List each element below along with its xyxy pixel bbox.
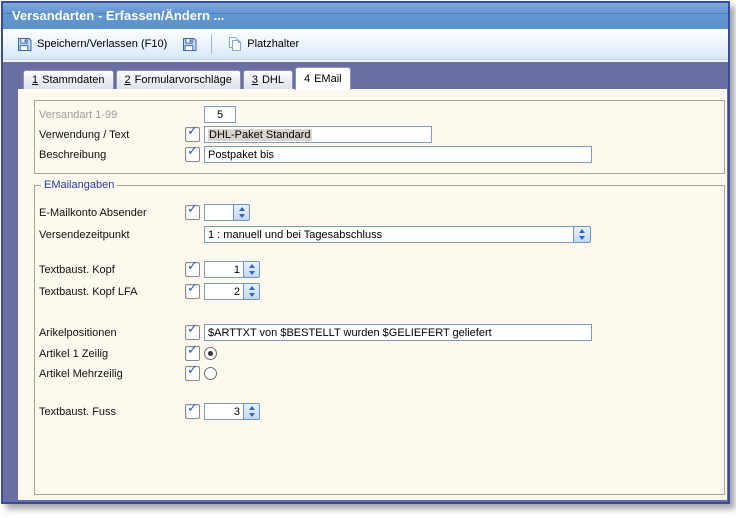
floppy-disk-icon xyxy=(181,36,197,52)
textbaust-fuss-input[interactable] xyxy=(204,403,244,420)
emailkonto-row: E-Mailkonto Absender ✓ xyxy=(39,204,250,221)
emailkonto-input[interactable] xyxy=(204,204,234,221)
versendezeitpunkt-dropdown-button[interactable] xyxy=(573,226,591,243)
versandart-input[interactable] xyxy=(204,106,236,123)
save-exit-button[interactable]: Speichern/Verlassen (F10) xyxy=(9,32,174,56)
title-bar: Versandarten - Erfassen/Ändern ... xyxy=(3,3,728,29)
artikel-1zeilig-checkbox[interactable]: ✓ xyxy=(185,346,200,361)
verwendung-input[interactable]: DHL-Paket Standard xyxy=(204,126,432,143)
artikel-mehrzeilig-checkbox[interactable]: ✓ xyxy=(185,366,200,381)
arikelpositionen-input[interactable] xyxy=(204,324,592,341)
artikel-1zeilig-label: Artikel 1 Zeilig xyxy=(39,348,185,360)
beschreibung-input[interactable] xyxy=(204,146,592,163)
check-icon: ✓ xyxy=(187,362,198,378)
verwendung-value: DHL-Paket Standard xyxy=(208,129,312,141)
textbaust-kopf-lfa-input[interactable] xyxy=(204,283,244,300)
textbaust-kopf-label: Textbaust. Kopf xyxy=(39,264,185,276)
artikel-1zeilig-row: Artikel 1 Zeilig ✓ xyxy=(39,345,217,362)
textbaust-kopf-checkbox[interactable]: ✓ xyxy=(185,262,200,277)
tab-accelerator: 2 xyxy=(125,74,131,86)
verwendung-row: Verwendung / Text ✓ DHL-Paket Standard xyxy=(39,126,432,143)
textbaust-kopf-lfa-checkbox[interactable]: ✓ xyxy=(185,284,200,299)
verwendung-checkbox[interactable]: ✓ xyxy=(185,127,200,142)
form-area: 1 Stammdaten 2 Formularvorschläge 3 DHL … xyxy=(3,62,728,502)
textbaust-kopf-lfa-row: Textbaust. Kopf LFA ✓ xyxy=(39,283,260,300)
textbaust-kopf-lfa-spinner[interactable] xyxy=(243,283,260,300)
tab-accelerator: 1 xyxy=(32,74,38,86)
tab-accelerator: 3 xyxy=(252,74,258,86)
tab-label: DHL xyxy=(262,74,284,86)
tab-accelerator: 4 xyxy=(304,73,310,85)
floppy-disk-icon xyxy=(16,36,32,52)
tab-label: Stammdaten xyxy=(42,74,104,86)
window-title: Versandarten - Erfassen/Ändern ... xyxy=(12,8,224,23)
versendezeitpunkt-select[interactable]: 1 : manuell und bei Tagesabschluss xyxy=(204,226,574,243)
check-icon: ✓ xyxy=(187,280,198,296)
textbaust-fuss-row: Textbaust. Fuss ✓ xyxy=(39,403,260,420)
artikel-mehrzeilig-radio[interactable] xyxy=(204,367,217,380)
versendezeitpunkt-row: Versendezeitpunkt 1 : manuell und bei Ta… xyxy=(39,226,591,243)
tab-stammdaten[interactable]: 1 Stammdaten xyxy=(23,70,114,89)
app-window: Versandarten - Erfassen/Ändern ... Speic… xyxy=(1,1,730,504)
check-icon: ✓ xyxy=(187,258,198,274)
toolbar-separator xyxy=(211,34,212,54)
tab-email[interactable]: 4 EMail xyxy=(295,67,351,90)
textbaust-kopf-row: Textbaust. Kopf ✓ xyxy=(39,261,260,278)
arikelpositionen-checkbox[interactable]: ✓ xyxy=(185,325,200,340)
save-button[interactable] xyxy=(174,32,204,56)
save-exit-label: Speichern/Verlassen (F10) xyxy=(37,38,167,50)
check-icon: ✓ xyxy=(187,201,198,217)
check-icon: ✓ xyxy=(187,342,198,358)
artikel-1zeilig-radio[interactable] xyxy=(204,347,217,360)
tab-dhl[interactable]: 3 DHL xyxy=(243,70,293,89)
textbaust-kopf-input[interactable] xyxy=(204,261,244,278)
tab-strip: 1 Stammdaten 2 Formularvorschläge 3 DHL … xyxy=(23,67,351,89)
placeholder-label: Platzhalter xyxy=(247,38,299,50)
beschreibung-checkbox[interactable]: ✓ xyxy=(185,147,200,162)
versendezeitpunkt-label: Versendezeitpunkt xyxy=(39,229,185,241)
check-icon: ✓ xyxy=(187,123,198,139)
versendezeitpunkt-value: 1 : manuell und bei Tagesabschluss xyxy=(208,229,382,241)
copy-pages-icon xyxy=(226,36,242,52)
tab-page-email: EMailangaben Versandart 1-99 Verwendung … xyxy=(18,89,727,500)
emailkonto-spinner[interactable] xyxy=(233,204,250,221)
textbaust-fuss-spinner[interactable] xyxy=(243,403,260,420)
textbaust-fuss-label: Textbaust. Fuss xyxy=(39,406,185,418)
arikelpositionen-row: Arikelpositionen ✓ xyxy=(39,324,592,341)
textbaust-fuss-checkbox[interactable]: ✓ xyxy=(185,404,200,419)
emailkonto-checkbox[interactable]: ✓ xyxy=(185,205,200,220)
tab-label: EMail xyxy=(314,73,342,85)
beschreibung-label: Beschreibung xyxy=(39,149,185,161)
beschreibung-row: Beschreibung ✓ xyxy=(39,146,592,163)
verwendung-label: Verwendung / Text xyxy=(39,129,185,141)
artikel-mehrzeilig-label: Artikel Mehrzeilig xyxy=(39,368,185,380)
textbaust-kopf-lfa-label: Textbaust. Kopf LFA xyxy=(39,286,185,298)
placeholder-button[interactable]: Platzhalter xyxy=(219,32,306,56)
check-icon: ✓ xyxy=(187,321,198,337)
check-icon: ✓ xyxy=(187,143,198,159)
email-group-title: EMailangaben xyxy=(41,179,117,191)
tab-formularvorschlaege[interactable]: 2 Formularvorschläge xyxy=(116,70,241,89)
textbaust-kopf-spinner[interactable] xyxy=(243,261,260,278)
arikelpositionen-label: Arikelpositionen xyxy=(39,327,185,339)
tab-label: Formularvorschläge xyxy=(135,74,232,86)
versandart-label: Versandart 1-99 xyxy=(39,109,185,121)
versandart-row: Versandart 1-99 xyxy=(39,106,236,123)
check-icon: ✓ xyxy=(187,400,198,416)
toolbar: Speichern/Verlassen (F10) Pl xyxy=(3,29,728,60)
artikel-mehrzeilig-row: Artikel Mehrzeilig ✓ xyxy=(39,365,217,382)
emailkonto-label: E-Mailkonto Absender xyxy=(39,207,185,219)
